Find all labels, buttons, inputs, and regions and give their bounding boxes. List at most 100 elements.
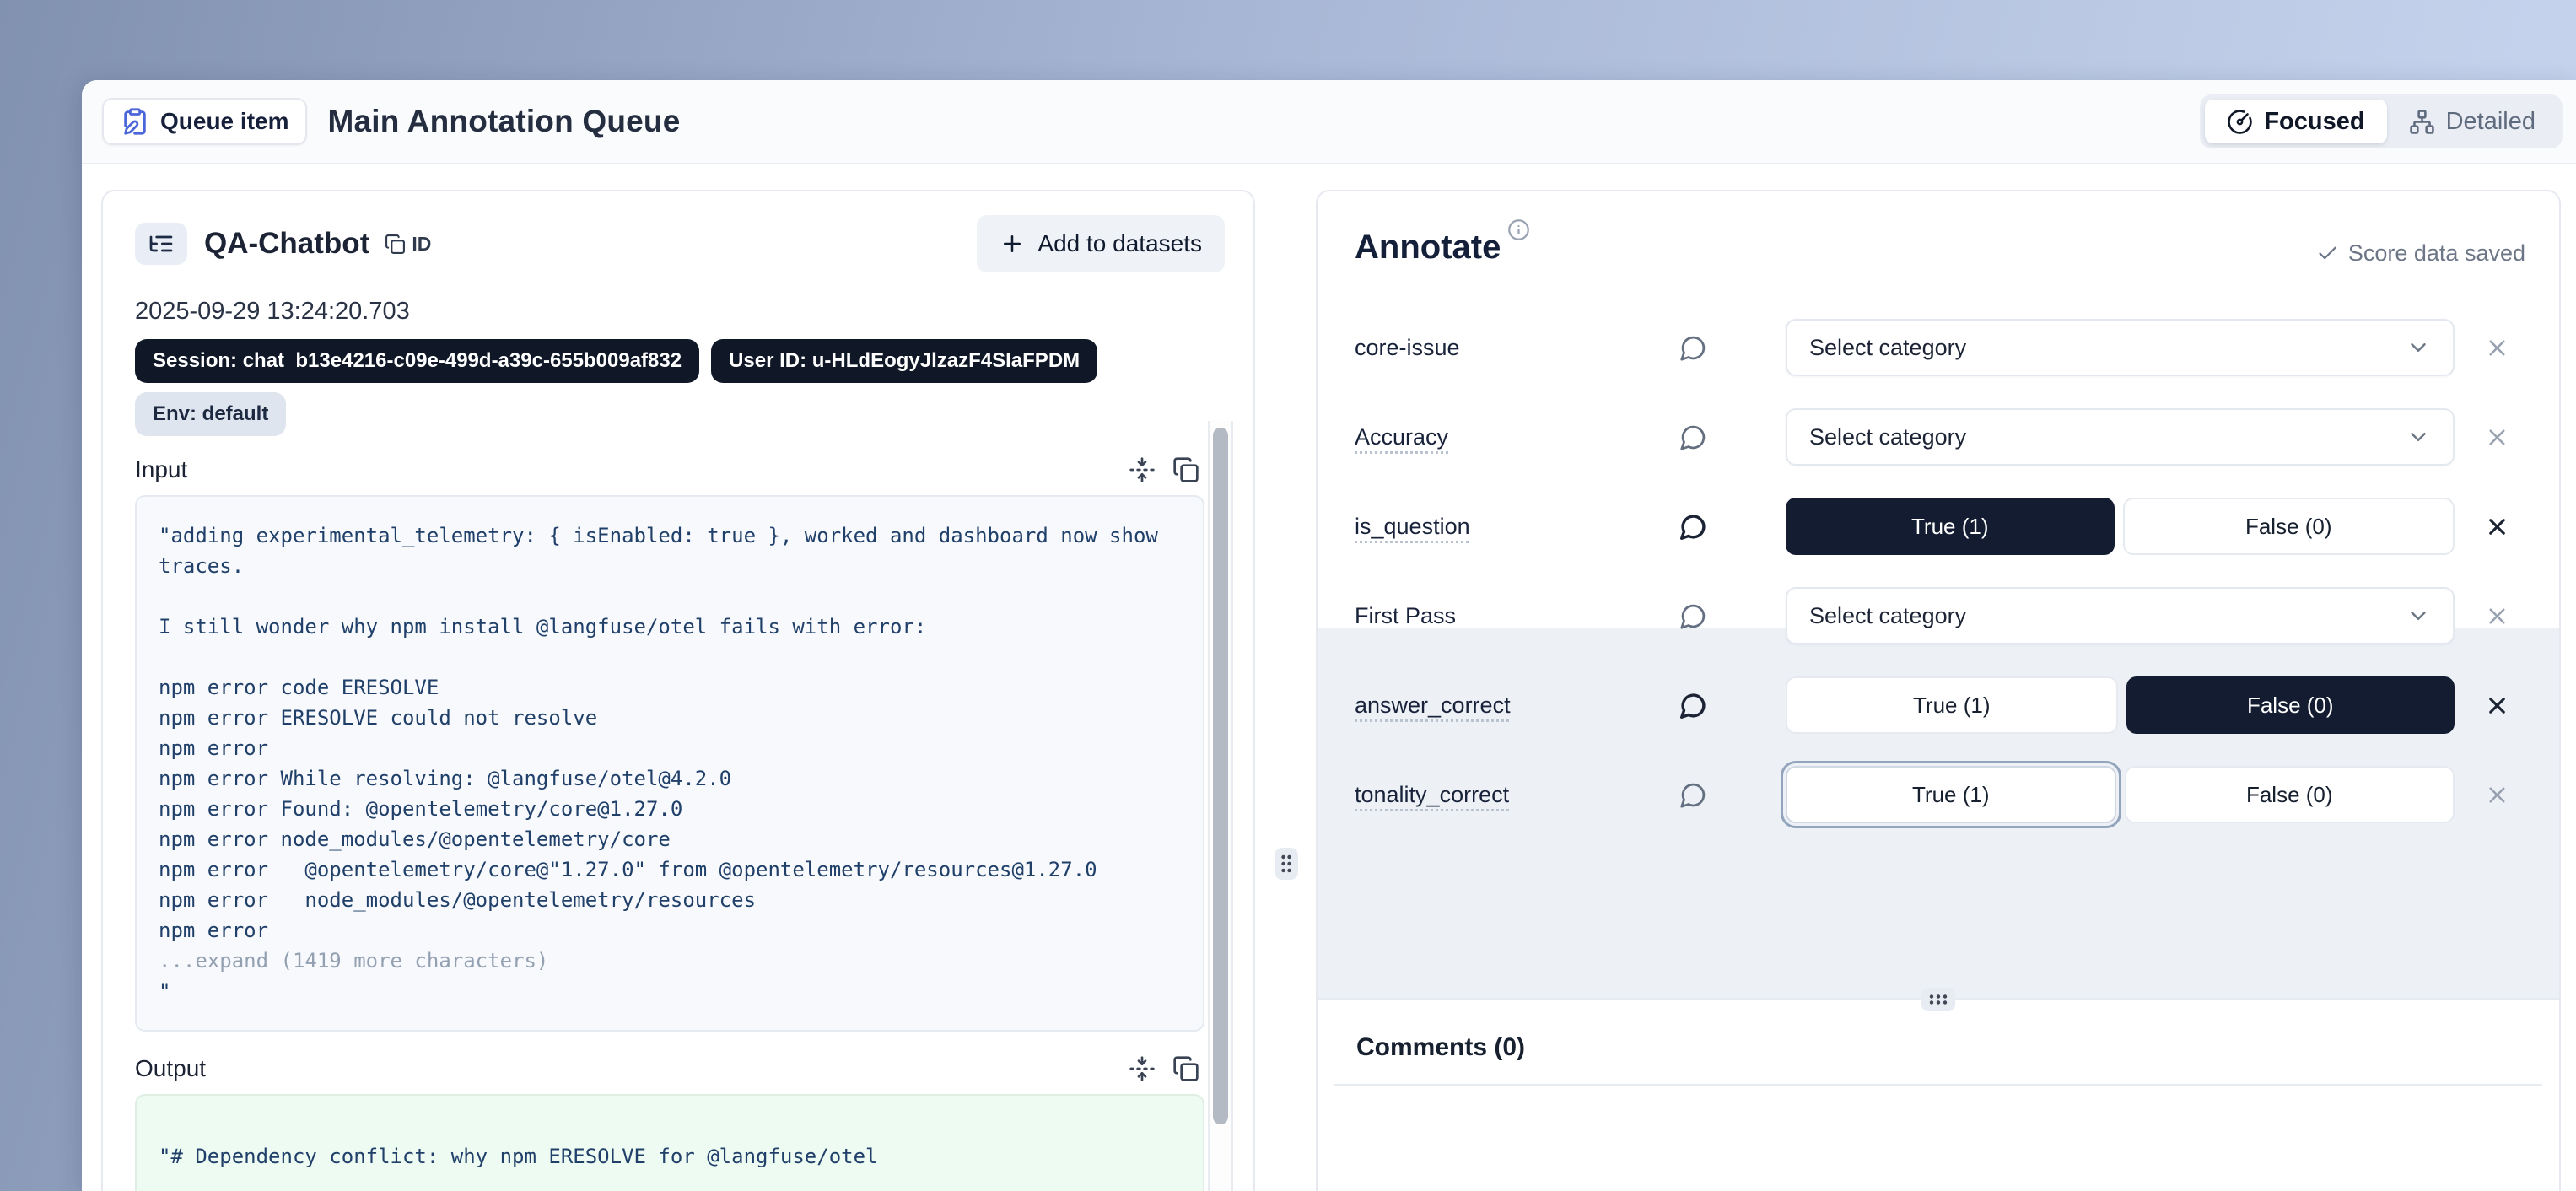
panel-resize-handle[interactable] <box>1275 848 1298 880</box>
score-control: Select category <box>1786 408 2455 466</box>
comment-icon[interactable] <box>1679 334 1715 362</box>
comment-bubble-icon <box>1679 513 1707 541</box>
copy-icon[interactable] <box>1172 456 1199 483</box>
clear-score-button[interactable] <box>2478 513 2515 541</box>
comment-bubble-icon <box>1679 692 1707 719</box>
clear-score-button[interactable] <box>2478 334 2515 362</box>
list-tree-icon <box>148 230 175 257</box>
grip-dots-icon <box>1280 853 1293 875</box>
score-label: tonality_correct <box>1355 782 1679 808</box>
boolean-score-group: True (1)False (0) <box>1786 676 2455 734</box>
score-row: core-issue Select category <box>1355 319 2515 376</box>
score-false-button[interactable]: False (0) <box>2126 676 2455 734</box>
score-true-button[interactable]: True (1) <box>1786 498 2115 555</box>
trace-panel: QA-Chatbot ID Add to datasets 2025-09-29… <box>101 190 1255 1191</box>
boolean-score-group: True (1)False (0) <box>1786 498 2455 555</box>
clear-score-button[interactable] <box>2478 781 2515 809</box>
add-to-datasets-button[interactable]: Add to datasets <box>977 215 1225 272</box>
score-rows: core-issue Select category Accuracy Select … <box>1318 319 2559 823</box>
trace-scrollbar[interactable] <box>1208 421 1233 1191</box>
comments-divider <box>1334 1084 2542 1086</box>
toggle-detailed[interactable]: Detailed <box>2387 100 2557 143</box>
clear-score-button[interactable] <box>2478 692 2515 719</box>
comment-icon[interactable] <box>1679 602 1715 630</box>
comment-icon[interactable] <box>1679 781 1715 809</box>
score-control: Select category <box>1786 319 2455 376</box>
score-true-button[interactable]: True (1) <box>1786 766 2116 823</box>
comment-icon[interactable] <box>1679 423 1715 451</box>
collapse-icon[interactable] <box>1129 456 1156 483</box>
score-category-select[interactable]: Select category <box>1786 319 2455 376</box>
close-icon <box>2484 603 2510 629</box>
input-code-lines: "adding experimental_telemetry: { isEnab… <box>159 520 1181 946</box>
env-badge: Env: default <box>135 392 286 436</box>
plus-icon <box>1000 231 1025 256</box>
toggle-focused[interactable]: Focused <box>2205 100 2386 143</box>
id-label: ID <box>412 233 431 256</box>
score-label: First Pass <box>1355 603 1679 629</box>
score-false-button[interactable]: False (0) <box>2125 766 2455 823</box>
user-id-badge[interactable]: User ID: u-HLdEogyJlzazF4SIaFPDM <box>711 339 1097 383</box>
copy-id-button[interactable]: ID <box>385 233 431 256</box>
copy-icon <box>385 234 406 255</box>
clear-score-button[interactable] <box>2478 423 2515 451</box>
gauge-icon <box>2227 109 2253 135</box>
score-category-select[interactable]: Select category <box>1786 408 2455 466</box>
page-header: Queue item Main Annotation Queue Focused… <box>82 80 2576 164</box>
score-true-button[interactable]: True (1) <box>1786 676 2118 734</box>
score-control: Select category <box>1786 587 2455 644</box>
collapse-icon[interactable] <box>1129 1055 1156 1082</box>
score-label: answer_correct <box>1355 693 1679 719</box>
score-label: Accuracy <box>1355 424 1679 450</box>
content-area: QA-Chatbot ID Add to datasets 2025-09-29… <box>82 164 2576 1191</box>
copy-icon[interactable] <box>1172 1055 1199 1082</box>
queue-item-badge: Queue item <box>102 98 307 145</box>
chevron-down-icon <box>2406 603 2431 628</box>
comment-icon[interactable] <box>1679 692 1715 719</box>
toggle-detailed-label: Detailed <box>2446 108 2536 136</box>
annotate-panel: Annotate Score data saved core-issue Sele… <box>1316 190 2561 1191</box>
scrollbar-thumb[interactable] <box>1213 428 1228 1124</box>
comment-bubble-icon <box>1679 334 1707 362</box>
comments-title: Comments (0) <box>1356 1033 2559 1062</box>
clear-score-button[interactable] <box>2478 602 2515 630</box>
comment-bubble-icon <box>1679 602 1707 630</box>
score-row: Accuracy Select category <box>1355 408 2515 466</box>
close-icon <box>2484 424 2510 450</box>
output-label: Output <box>135 1055 206 1082</box>
info-icon[interactable] <box>1507 218 1530 245</box>
comment-bubble-icon <box>1679 423 1707 451</box>
score-label: core-issue <box>1355 335 1679 361</box>
expand-input-button[interactable]: ...expand (1419 more characters) <box>159 946 1181 976</box>
select-placeholder: Select category <box>1809 603 1966 629</box>
close-icon <box>2484 514 2510 540</box>
score-control: True (1)False (0) <box>1786 676 2455 734</box>
trace-timestamp: 2025-09-29 13:24:20.703 <box>135 298 1221 326</box>
comment-icon[interactable] <box>1679 513 1715 541</box>
score-false-button[interactable]: False (0) <box>2123 498 2455 555</box>
input-label: Input <box>135 456 187 483</box>
output-code-lines: "# Dependency conflict: why npm ERESOLVE… <box>159 1141 1181 1172</box>
session-badge[interactable]: Session: chat_b13e4216-c09e-499d-a39c-65… <box>135 339 699 383</box>
check-icon <box>2316 242 2339 265</box>
badge-row: Session: chat_b13e4216-c09e-499d-a39c-65… <box>135 339 1221 383</box>
score-control: True (1)False (0) <box>1786 766 2455 823</box>
score-control: True (1)False (0) <box>1786 498 2455 555</box>
main-window: Queue item Main Annotation Queue Focused… <box>82 80 2576 1191</box>
select-placeholder: Select category <box>1809 335 1966 361</box>
queue-badge-label: Queue item <box>160 108 288 135</box>
score-row: tonality_correct True (1)False (0) <box>1355 766 2515 823</box>
output-section-header: Output <box>135 1055 1199 1082</box>
score-label: is_question <box>1355 514 1679 540</box>
section-resize-handle[interactable] <box>1921 988 1955 1011</box>
grip-dots-icon <box>1927 993 1949 1006</box>
comments-section: Comments (0) <box>1318 998 2559 1191</box>
select-placeholder: Select category <box>1809 424 1966 450</box>
save-status: Score data saved <box>2316 240 2525 267</box>
trace-icon-badge <box>135 223 187 265</box>
input-actions <box>1129 456 1199 483</box>
annotate-header: Annotate Score data saved <box>1355 229 2525 267</box>
score-category-select[interactable]: Select category <box>1786 587 2455 644</box>
save-status-label: Score data saved <box>2348 240 2525 267</box>
score-row: is_question True (1)False (0) <box>1355 498 2515 555</box>
